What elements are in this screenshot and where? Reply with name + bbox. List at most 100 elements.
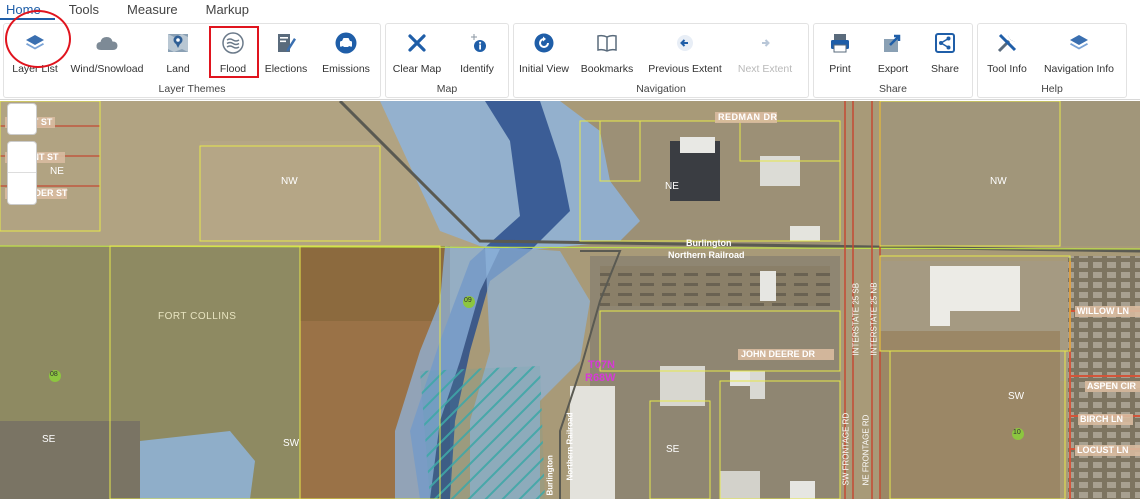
top-tab-bar: Home Tools Measure Markup bbox=[0, 0, 1140, 20]
label-sw-right: SW bbox=[1008, 391, 1025, 402]
building bbox=[790, 226, 820, 241]
label-willow-ln: WILLOW LN bbox=[1077, 306, 1129, 316]
car-icon bbox=[333, 30, 359, 56]
label-fort-collins: FORT COLLINS bbox=[158, 311, 237, 322]
label-section-09: 09 bbox=[464, 297, 472, 304]
label-ne-mid: NE bbox=[665, 181, 679, 192]
elections-button[interactable]: Elections bbox=[258, 24, 314, 82]
share-label: Share bbox=[930, 63, 960, 75]
label-ne-left: NE bbox=[50, 166, 64, 177]
building bbox=[750, 371, 765, 399]
group-map: Clear Map Identify Map bbox=[385, 23, 509, 98]
label-section-08: 08 bbox=[50, 371, 58, 378]
field-far-nw bbox=[880, 101, 1140, 246]
refresh-icon bbox=[531, 30, 557, 56]
building bbox=[930, 266, 950, 326]
label-sw-left: SW bbox=[283, 438, 300, 449]
layer-list-button[interactable]: Layer List bbox=[4, 24, 66, 82]
land-button[interactable]: Land bbox=[148, 24, 208, 82]
residential-east bbox=[1068, 256, 1140, 499]
flood-waves-icon bbox=[220, 30, 246, 56]
label-birch-ln: BIRCH LN bbox=[1080, 414, 1123, 424]
label-nw-left: NW bbox=[281, 176, 298, 187]
identify-button[interactable]: Identify bbox=[448, 24, 506, 82]
map-pin-icon bbox=[165, 30, 191, 56]
tools-icon bbox=[994, 30, 1020, 56]
field-sw-right bbox=[880, 331, 1060, 499]
identify-info-icon bbox=[464, 30, 490, 56]
previous-extent-label: Previous Extent bbox=[648, 63, 722, 75]
bookmarks-button[interactable]: Bookmarks bbox=[574, 24, 640, 82]
flood-label: Flood bbox=[219, 63, 247, 75]
tab-tools[interactable]: Tools bbox=[55, 0, 113, 20]
building bbox=[790, 481, 815, 499]
label-ne-frontage-rd: NE FRONTAGE RD bbox=[861, 414, 871, 486]
label-interstate-25-nb: INTERSTATE 25 NB bbox=[869, 282, 879, 356]
tool-info-label: Tool Info bbox=[987, 63, 1027, 75]
rail-yard bbox=[600, 266, 830, 306]
building bbox=[760, 271, 776, 301]
printer-icon bbox=[827, 30, 853, 56]
warehouse bbox=[570, 386, 615, 499]
share-button[interactable]: Share bbox=[920, 24, 970, 82]
x-icon bbox=[404, 30, 430, 56]
ribbon-toolbar: Layer List Wind/Snowload Land Flood Elec… bbox=[0, 20, 1140, 100]
group-label-layer-themes: Layer Themes bbox=[158, 83, 226, 95]
building bbox=[730, 371, 750, 386]
wind-snowload-label: Wind/Snowload bbox=[70, 63, 144, 75]
initial-view-button[interactable]: Initial View bbox=[514, 24, 574, 82]
zoom-out-button[interactable] bbox=[8, 173, 36, 204]
label-locust-ln: LOCUST LN bbox=[1077, 445, 1129, 455]
book-icon bbox=[594, 30, 620, 56]
zoom-control bbox=[7, 141, 37, 205]
dev-sw bbox=[0, 421, 140, 499]
export-icon bbox=[880, 30, 906, 56]
label-r68w: R68W bbox=[585, 372, 616, 384]
next-extent-button[interactable]: Next Extent bbox=[730, 24, 800, 82]
flood-button[interactable]: Flood bbox=[208, 24, 258, 82]
label-t07n: T07N bbox=[588, 359, 615, 371]
group-share: Print Export Share Share bbox=[813, 23, 973, 98]
label-northern-railroad-1: Northern Railroad bbox=[668, 250, 745, 260]
wind-snowload-button[interactable]: Wind/Snowload bbox=[66, 24, 148, 82]
export-button[interactable]: Export bbox=[866, 24, 920, 82]
navigation-info-button[interactable]: Navigation Info bbox=[1036, 24, 1122, 82]
group-label-map: Map bbox=[436, 83, 458, 95]
map-view[interactable]: REDMAN DR LT ST LIANT ST NE SADER ST NW … bbox=[0, 101, 1140, 499]
layers-icon bbox=[22, 30, 48, 56]
next-extent-label: Next Extent bbox=[737, 63, 793, 75]
group-label-navigation: Navigation bbox=[636, 83, 686, 95]
export-label: Export bbox=[877, 63, 909, 75]
label-se-left: SE bbox=[42, 434, 56, 445]
print-button[interactable]: Print bbox=[814, 24, 866, 82]
label-se-mid: SE bbox=[666, 444, 680, 455]
tab-markup[interactable]: Markup bbox=[192, 0, 263, 20]
cloud-icon bbox=[94, 30, 120, 56]
clear-map-button[interactable]: Clear Map bbox=[386, 24, 448, 82]
group-label-share: Share bbox=[878, 83, 908, 95]
identify-label: Identify bbox=[460, 63, 494, 75]
default-extent-button[interactable] bbox=[7, 103, 37, 135]
group-label-help: Help bbox=[1041, 83, 1063, 95]
field-nw-inner bbox=[200, 141, 380, 241]
land-label: Land bbox=[166, 63, 190, 75]
label-john-deere-dr: JOHN DEERE DR bbox=[741, 349, 816, 359]
clear-map-label: Clear Map bbox=[392, 63, 442, 75]
navigation-info-label: Navigation Info bbox=[1043, 63, 1115, 75]
tab-home[interactable]: Home bbox=[0, 0, 55, 20]
label-nw-right: NW bbox=[990, 176, 1007, 187]
emissions-label: Emissions bbox=[322, 63, 370, 75]
flood-zone-hatched bbox=[420, 366, 545, 499]
tab-measure[interactable]: Measure bbox=[113, 0, 192, 20]
building bbox=[660, 366, 705, 406]
label-sw-frontage-rd: SW FRONTAGE RD bbox=[841, 412, 851, 486]
previous-extent-button[interactable]: Previous Extent bbox=[640, 24, 730, 82]
layers-icon bbox=[1066, 30, 1092, 56]
group-navigation: Initial View Bookmarks Previous Extent N… bbox=[513, 23, 809, 98]
label-northern-railroad-2: Northern Railroad bbox=[565, 412, 575, 481]
zoom-in-button[interactable] bbox=[8, 142, 36, 173]
building bbox=[720, 471, 760, 499]
emissions-button[interactable]: Emissions bbox=[314, 24, 378, 82]
tool-info-button[interactable]: Tool Info bbox=[978, 24, 1036, 82]
group-help: Tool Info Navigation Info Help bbox=[977, 23, 1127, 98]
